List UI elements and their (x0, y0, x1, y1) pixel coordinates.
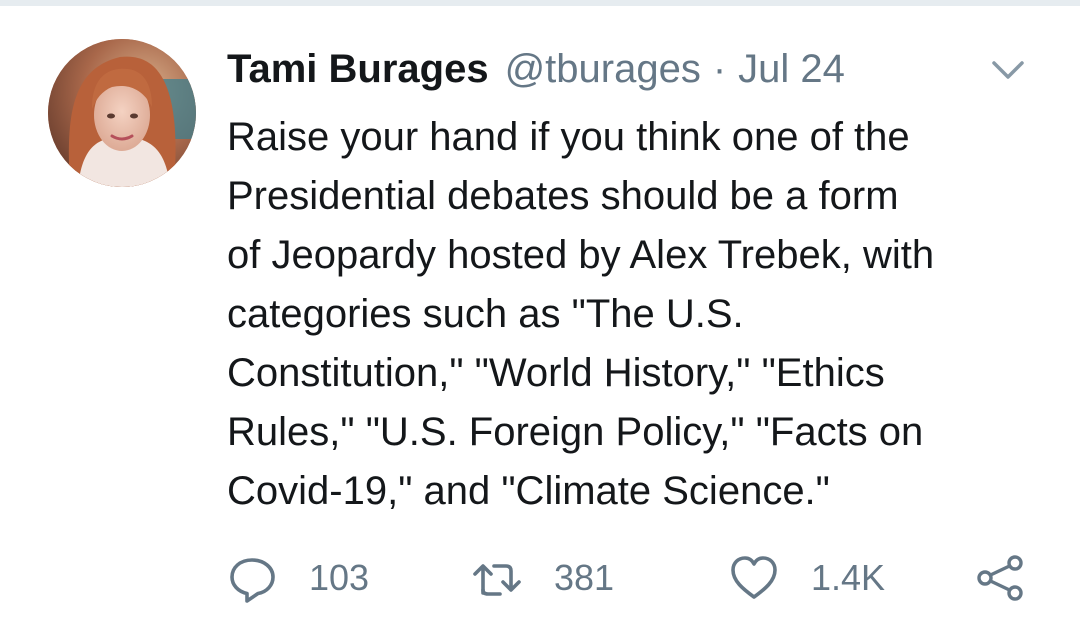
chevron-down-icon (992, 61, 1024, 79)
like-button[interactable]: 1.4K (729, 546, 885, 610)
retweet-count: 381 (554, 557, 615, 598)
tweet-date[interactable]: Jul 24 (738, 44, 845, 94)
tweet-card[interactable]: Tami Burages @tburages · Jul 24 Raise yo… (0, 6, 1080, 633)
share-button[interactable] (975, 546, 1025, 610)
tweet-header: Tami Burages @tburages · Jul 24 (227, 44, 845, 94)
reply-button[interactable]: 103 (227, 546, 369, 610)
share-icon (977, 555, 1023, 601)
author-handle[interactable]: @tburages (505, 44, 701, 94)
retweet-button[interactable]: 381 (472, 546, 614, 610)
retweet-icon (473, 564, 521, 596)
heart-icon (731, 556, 777, 599)
tweet-menu-button[interactable] (990, 57, 1026, 83)
profile-photo-icon (48, 39, 196, 187)
author-display-name[interactable]: Tami Burages (227, 44, 489, 94)
tweet-text: Raise your hand if you think one of the … (227, 115, 935, 513)
reply-icon (230, 558, 275, 603)
avatar[interactable] (48, 39, 196, 187)
header-separator: · (712, 47, 727, 91)
tweet-actions: 103 381 1.4K (0, 546, 1080, 610)
reply-count: 103 (309, 557, 370, 598)
like-count: 1.4K (811, 557, 886, 598)
